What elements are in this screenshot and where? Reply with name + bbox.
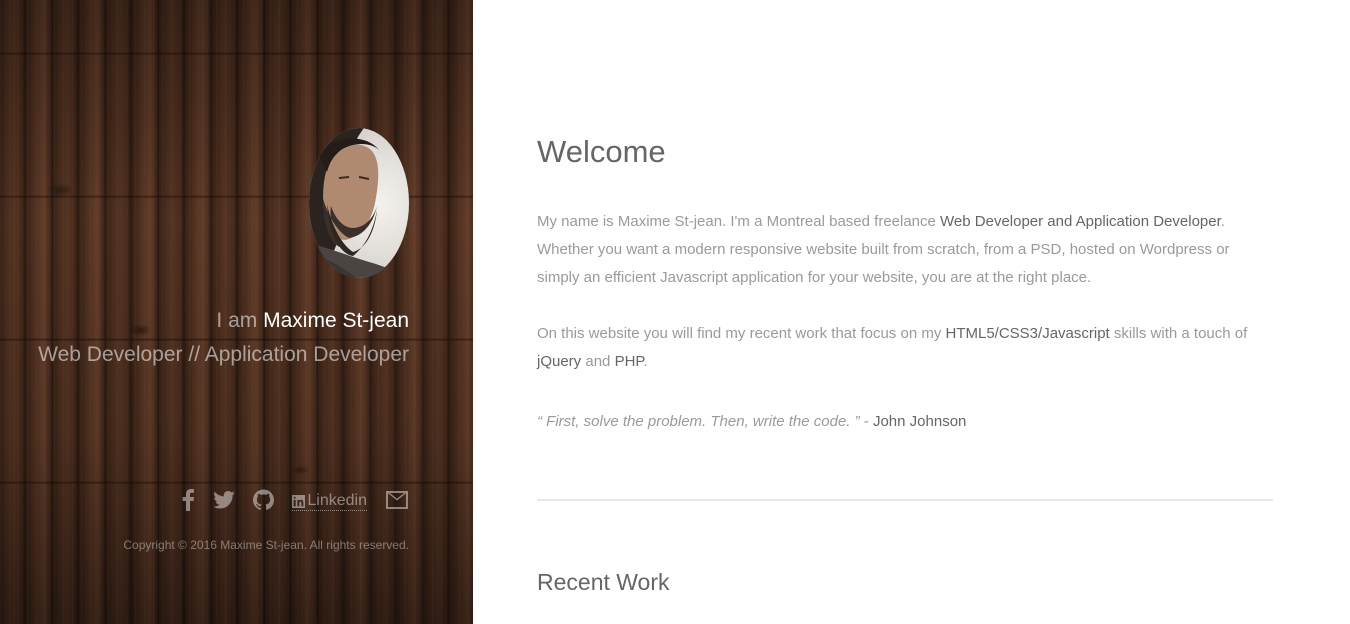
quote-separator: -	[859, 413, 873, 430]
linkedin-label: Linkedin	[307, 492, 367, 509]
social-links: Linkedin	[181, 488, 409, 511]
email-link[interactable]	[385, 490, 409, 510]
owner-role: Web Developer // Application Developer	[38, 343, 409, 366]
github-icon	[253, 489, 275, 510]
envelope-icon	[386, 490, 408, 509]
facebook-icon	[182, 488, 195, 511]
quote-text: “ First, solve the problem. Then, write …	[537, 413, 860, 430]
intro-paragraph: My name is Maxime St-jean. I'm a Montrea…	[537, 208, 1273, 292]
skills-text-1: On this website you will find my recent …	[537, 325, 946, 342]
github-link[interactable]	[253, 489, 275, 510]
page: I am Maxime St-jean Web Developer // App…	[0, 0, 1350, 624]
sidebar: I am Maxime St-jean Web Developer // App…	[0, 0, 473, 624]
twitter-icon	[213, 490, 236, 508]
intro-text-1: My name is Maxime St-jean. I'm a Montrea…	[537, 213, 941, 230]
avatar-photo	[309, 128, 409, 278]
intro-line: I am Maxime St-jean	[38, 307, 409, 335]
section-divider	[537, 499, 1273, 501]
quote: “ First, solve the problem. Then, write …	[537, 408, 966, 436]
quote-author: John Johnson	[872, 413, 967, 430]
twitter-link[interactable]	[213, 490, 236, 509]
skills-text-2: skills with a touch of	[1109, 325, 1248, 342]
linkedin-icon	[292, 494, 306, 508]
facebook-link[interactable]	[181, 488, 195, 511]
skills-text-3: and	[581, 353, 615, 370]
linkedin-link[interactable]: Linkedin	[292, 488, 367, 511]
skills-highlight-html: HTML5/CSS3/Javascript	[945, 325, 1110, 342]
skills-highlight-php: PHP	[614, 353, 644, 370]
skills-text-4: .	[643, 353, 648, 370]
main-content: Welcome My name is Maxime St-jean. I'm a…	[537, 0, 1273, 624]
intro-highlight-role: Web Developer and Application Developer	[940, 213, 1221, 230]
avatar	[309, 128, 409, 278]
skills-highlight-jquery: jQuery	[537, 353, 582, 370]
copyright: Copyright © 2016 Maxime St-jean. All rig…	[123, 538, 409, 552]
recent-work-title: Recent Work	[537, 569, 670, 595]
owner-name: Maxime St-jean	[263, 309, 409, 332]
intro-prefix: I am	[216, 309, 258, 332]
intro: I am Maxime St-jean Web Developer // App…	[38, 307, 409, 367]
skills-paragraph: On this website you will find my recent …	[537, 320, 1273, 376]
page-title: Welcome	[537, 134, 666, 169]
